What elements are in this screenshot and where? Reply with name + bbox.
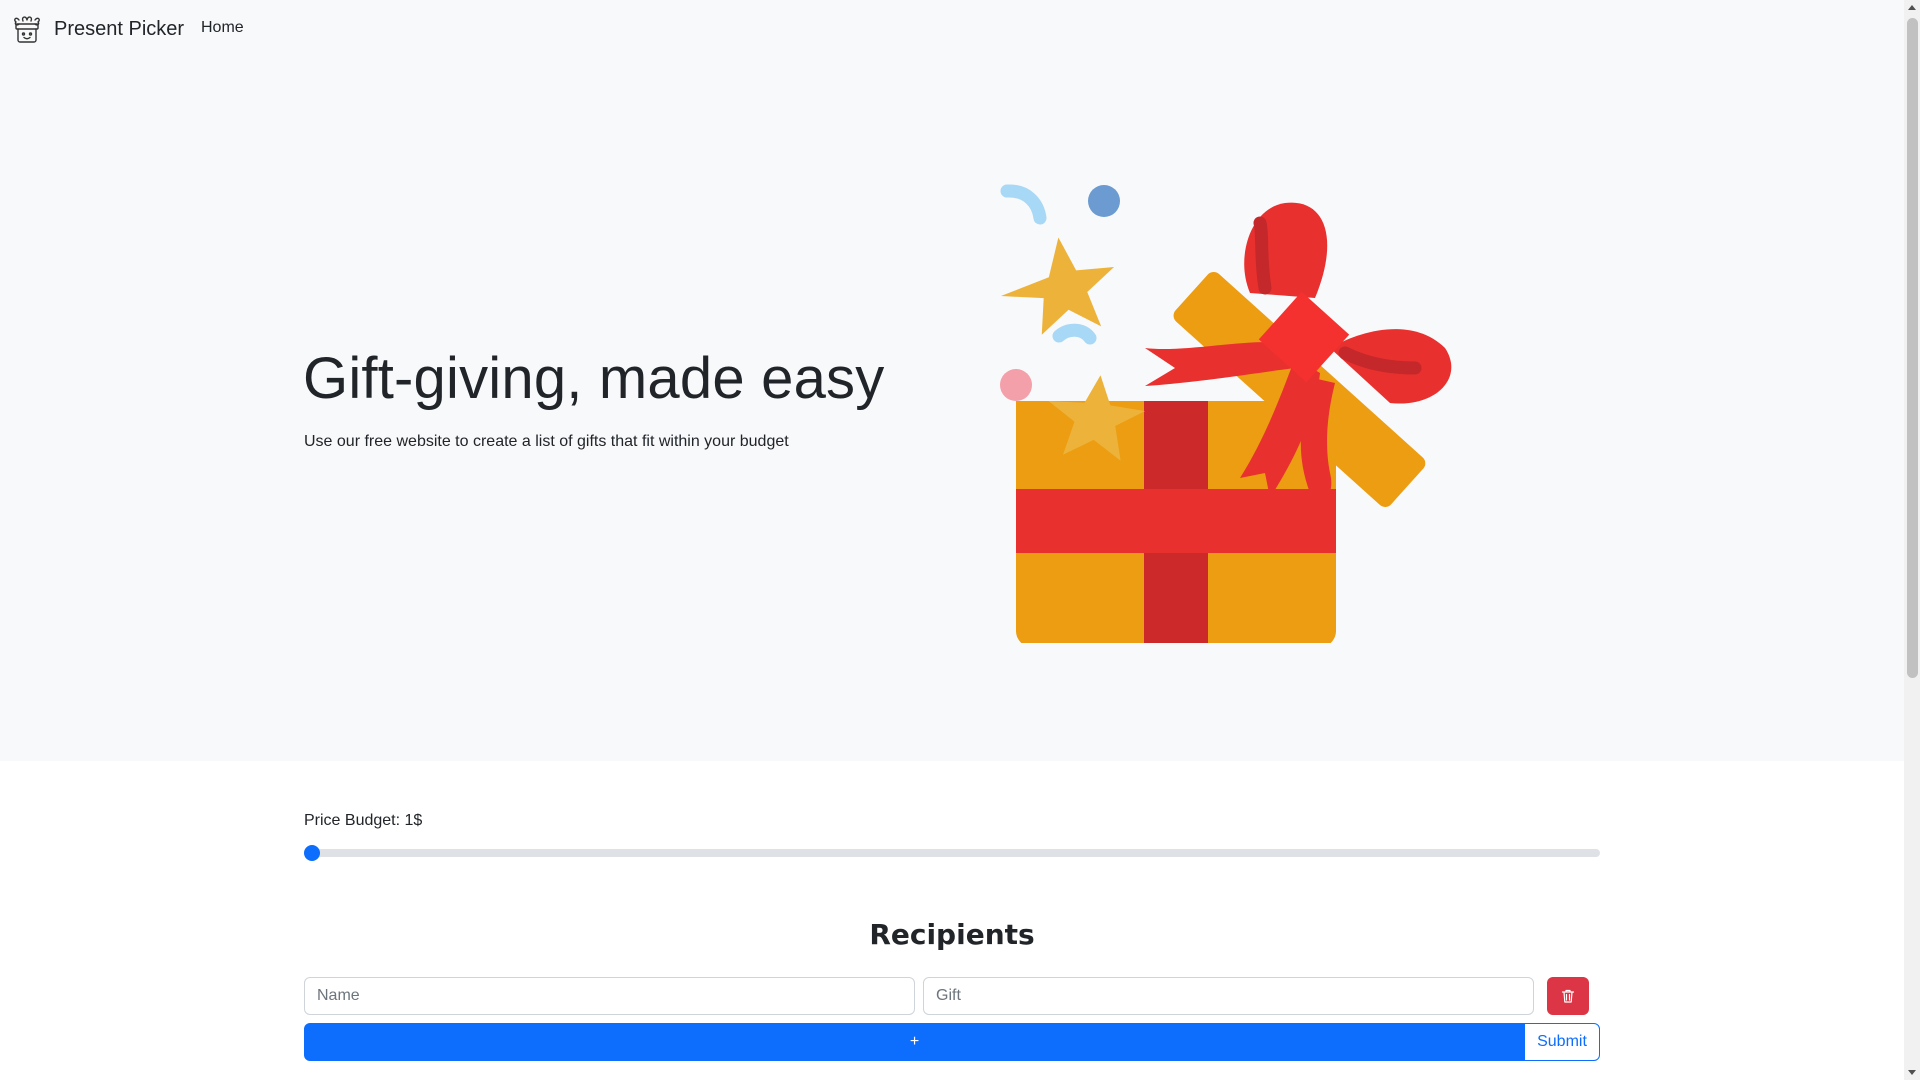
gift-box-face-icon (14, 16, 40, 43)
recipients-heading: Recipients (869, 918, 1035, 951)
gift-box-illustration (1000, 184, 1452, 643)
hero-section: Present Picker Home Gift-giving, made ea… (0, 0, 1904, 761)
scroll-up-icon[interactable] (1908, 5, 1916, 10)
brand-name: Present Picker (54, 17, 185, 40)
add-recipient-button[interactable]: + (304, 1023, 1525, 1061)
submit-button[interactable]: Submit (1524, 1023, 1600, 1061)
recipient-name-input[interactable] (304, 977, 915, 1015)
brand-link[interactable]: Present Picker (11, 12, 184, 46)
navbar: Present Picker Home (0, 0, 1904, 58)
page-scrollbar[interactable] (1904, 0, 1920, 1080)
nav-link-home[interactable]: Home (201, 19, 244, 37)
price-budget-slider[interactable] (304, 845, 1600, 861)
price-budget-slider-thumb[interactable] (304, 845, 320, 861)
trash-icon (1561, 989, 1575, 1003)
recipient-gift-input[interactable] (923, 977, 1534, 1015)
price-budget-label: Price Budget: 1$ (304, 812, 423, 829)
scrollbar-thumb[interactable] (1907, 18, 1918, 678)
hero-subtitle: Use our free website to create a list of… (304, 433, 789, 450)
scroll-down-icon[interactable] (1908, 1070, 1916, 1075)
hero-title: Gift-giving, made easy (303, 346, 885, 411)
delete-recipient-button[interactable] (1547, 977, 1589, 1015)
